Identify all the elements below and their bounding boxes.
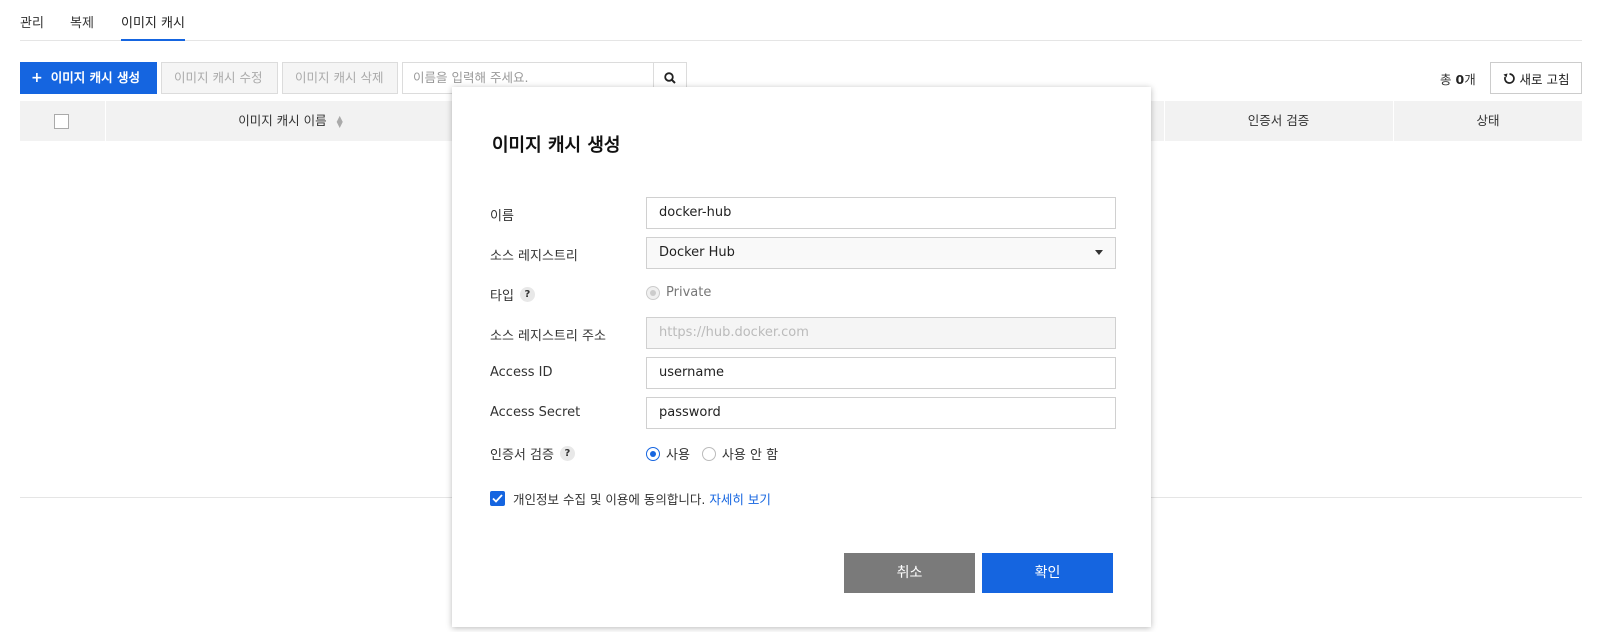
- tab-manage[interactable]: 관리: [20, 12, 44, 41]
- tab-replication[interactable]: 복제: [70, 12, 94, 41]
- column-name[interactable]: 이미지 캐시 이름 ▲ ▼: [105, 101, 475, 141]
- tab-bar: 관리 복제 이미지 캐시: [20, 0, 1582, 41]
- edit-image-cache-button[interactable]: 이미지 캐시 수정: [161, 62, 278, 94]
- cert-verify-label: 인증서 검증?: [490, 444, 575, 463]
- privacy-agreement: 개인정보 수집 및 이용에 동의합니다. 자세히 보기: [490, 489, 771, 508]
- column-status: 상태: [1393, 101, 1582, 141]
- access-id-label: Access ID: [490, 365, 553, 380]
- privacy-agree-checkbox[interactable]: [490, 491, 505, 506]
- search-icon: [664, 72, 676, 84]
- help-icon[interactable]: ?: [519, 287, 535, 302]
- type-radio-private[interactable]: Private: [646, 285, 711, 300]
- plus-icon: +: [31, 70, 43, 86]
- select-all-cell: [20, 101, 104, 141]
- cert-verify-on-radio[interactable]: 사용: [646, 444, 690, 463]
- help-icon[interactable]: ?: [559, 446, 575, 461]
- sort-icon[interactable]: ▲ ▼: [337, 114, 343, 128]
- cert-verify-options: 사용 사용 안 함: [646, 444, 778, 463]
- name-input[interactable]: docker-hub: [646, 197, 1116, 229]
- select-all-checkbox[interactable]: [54, 114, 69, 129]
- total-count: 총 0개: [1440, 72, 1476, 87]
- radio-icon: [701, 446, 716, 461]
- access-secret-input[interactable]: password: [646, 397, 1116, 429]
- create-image-cache-label: 이미지 캐시 생성: [50, 70, 140, 85]
- registry-address-input[interactable]: https://hub.docker.com: [646, 317, 1116, 349]
- registry-select[interactable]: Docker Hub: [646, 237, 1116, 269]
- radio-icon: [646, 446, 660, 461]
- delete-image-cache-button[interactable]: 이미지 캐시 삭제: [282, 62, 398, 94]
- create-image-cache-button[interactable]: + 이미지 캐시 생성: [20, 62, 157, 94]
- refresh-button[interactable]: 새로 고침: [1490, 62, 1582, 94]
- name-label: 이름: [490, 209, 514, 224]
- refresh-icon: [1503, 72, 1515, 84]
- caret-down-icon: [1095, 250, 1103, 255]
- checkmark-icon: [492, 494, 503, 503]
- registry-label: 소스 레지스트리: [490, 249, 578, 264]
- cancel-button[interactable]: 취소: [844, 553, 975, 593]
- radio-icon: [646, 285, 660, 300]
- privacy-details-link[interactable]: 자세히 보기: [709, 489, 770, 508]
- registry-address-label: 소스 레지스트리 주소: [490, 329, 606, 344]
- confirm-button[interactable]: 확인: [982, 553, 1113, 593]
- tab-image-cache[interactable]: 이미지 캐시: [121, 12, 185, 41]
- cert-verify-off-radio[interactable]: 사용 안 함: [701, 444, 778, 463]
- create-image-cache-modal: 이미지 캐시 생성 이름 docker-hub 소스 레지스트리 Docker …: [452, 87, 1151, 627]
- access-id-input[interactable]: username: [646, 357, 1116, 389]
- modal-title: 이미지 캐시 생성: [492, 135, 621, 156]
- type-label: 타입?: [490, 285, 535, 304]
- access-secret-label: Access Secret: [490, 405, 581, 420]
- column-cert-verify: 인증서 검증: [1164, 101, 1392, 141]
